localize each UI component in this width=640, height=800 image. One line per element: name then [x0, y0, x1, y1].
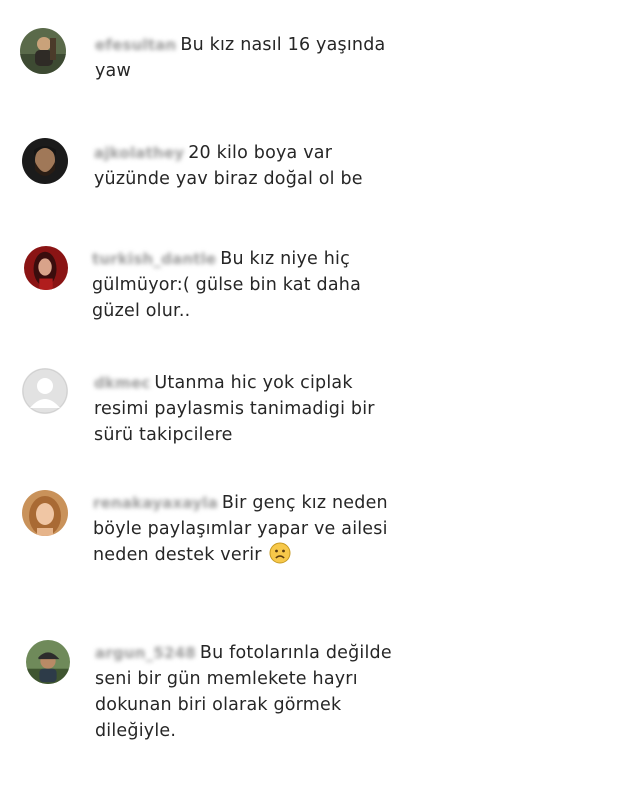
comment-text: resimi paylasmis tanimadigi bir — [94, 399, 375, 419]
avatar-man-cap-icon — [26, 640, 70, 684]
comment-text: seni bir gün memlekete hayrı — [95, 669, 358, 689]
sad-face-emoji-icon — [269, 542, 291, 564]
comment-text: yüzünde yav biraz doğal ol be — [94, 169, 363, 189]
username[interactable]: ajkolathey — [94, 140, 184, 166]
comment-body: efesultan Bu kız nasıl 16 yaşında yaw — [95, 32, 385, 84]
comment-body: turkish_dantle Bu kız niye hiç gülmüyor:(… — [92, 246, 361, 324]
avatar-woman-red-icon — [24, 246, 68, 290]
comment-text: Bir genç kız neden — [221, 493, 388, 513]
username[interactable]: efesultan — [95, 32, 176, 58]
username[interactable]: turkish_dantle — [92, 246, 216, 272]
comment-text: güzel olur.. — [92, 301, 191, 321]
comment-text: sürü takipcilere — [94, 425, 233, 445]
username[interactable]: argun_5248 — [95, 640, 196, 666]
comment-body: renakayaxayla Bir genç kız neden böyle pa… — [93, 490, 388, 568]
comment-text: böyle paylaşımlar yapar ve ailesi — [93, 519, 388, 539]
avatar-man-outdoors-icon — [20, 28, 66, 74]
avatar[interactable] — [22, 368, 68, 414]
avatar[interactable] — [22, 138, 68, 184]
comment-text: Bu kız nasıl 16 yaşında — [180, 35, 386, 55]
comment-text: 20 kilo boya var — [188, 143, 333, 163]
username[interactable]: renakayaxayla — [93, 490, 218, 516]
avatar[interactable] — [20, 28, 66, 74]
comment-text: dokunan biri olarak görmek — [95, 695, 342, 715]
avatar-woman-blonde-icon — [22, 490, 68, 536]
comment-body: dkmec Utanma hic yok ciplak resimi paylas… — [94, 370, 375, 448]
comment-text: neden destek verir — [93, 545, 262, 565]
avatar[interactable] — [26, 640, 70, 684]
avatar[interactable] — [22, 490, 68, 536]
comment-body: ajkolathey 20 kilo boya var yüzünde yav b… — [94, 140, 363, 192]
comment-text: Utanma hic yok ciplak — [154, 373, 353, 393]
comment-text: yaw — [95, 61, 131, 81]
avatar[interactable] — [24, 246, 68, 290]
comment-body: argun_5248 Bu fotolarınla değilde seni bi… — [95, 640, 392, 744]
comment-text: gülmüyor:( gülse bin kat daha — [92, 275, 361, 295]
avatar-bearded-man-icon — [22, 138, 68, 184]
username[interactable]: dkmec — [94, 370, 150, 396]
comment-text: Bu fotolarınla değilde — [199, 643, 392, 663]
comment-text: Bu kız niye hiç — [220, 249, 350, 269]
avatar-default-icon — [22, 368, 68, 414]
comment-text: dileğiyle. — [95, 721, 177, 741]
